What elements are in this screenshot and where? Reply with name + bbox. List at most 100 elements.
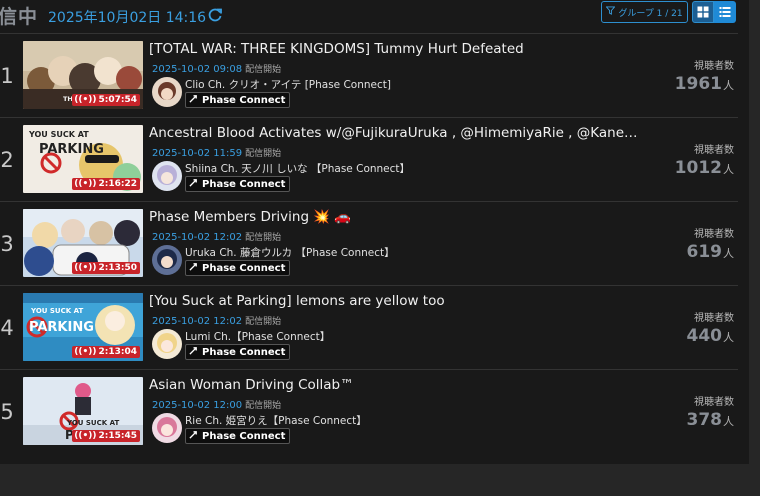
viewers-label: 視聴者数	[694, 145, 734, 156]
viewer-count-value: 619	[686, 242, 723, 262]
group-tag[interactable]: Phase Connect	[185, 260, 291, 276]
start-label: 配信開始	[245, 233, 282, 243]
stream-title[interactable]: Asian Woman Driving Collab™	[149, 377, 639, 393]
viewer-count: 378人	[687, 410, 735, 430]
svg-text:YOU SUCK AT: YOU SUCK AT	[30, 307, 83, 315]
channel-name[interactable]: Shiina Ch. 天ノ川 しいな 【Phase Connect】	[185, 161, 410, 176]
group-tag[interactable]: Phase Connect	[185, 92, 291, 108]
channel-avatar[interactable]	[152, 245, 182, 275]
viewer-unit: 人	[723, 331, 734, 344]
stream-row[interactable]: 1 THREE KING ((•)) 5:07:54 [TOTAL WAR: T…	[0, 33, 738, 117]
duration-text: 2:13:50	[98, 263, 137, 273]
svg-text:YOU SUCK AT: YOU SUCK AT	[66, 419, 119, 427]
viewers-label: 視聴者数	[694, 229, 734, 240]
start-time: 2025-10-02 12:02	[152, 232, 243, 243]
stream-row[interactable]: 4 YOU SUCK AT PARKING ((•)) 2:13:04 [You…	[0, 285, 738, 369]
live-duration-badge: ((•)) 2:16:22	[72, 178, 140, 190]
duration-text: 2:13:04	[98, 347, 137, 357]
stream-title[interactable]: Ancestral Blood Activates w/@FujikuraUru…	[149, 125, 639, 141]
viewer-count: 1961人	[675, 74, 734, 94]
hashtag-icon	[189, 178, 198, 190]
rank-number: 1	[0, 64, 14, 88]
group-tag-label: Phase Connect	[202, 262, 286, 274]
list-view-button[interactable]	[714, 1, 736, 23]
stream-list-panel: 信中 2025年10月02日 14:16 グループ 1 / 21 1 ((•))…	[0, 0, 749, 464]
viewer-unit: 人	[723, 247, 734, 260]
viewer-count: 440人	[687, 326, 735, 346]
stream-title[interactable]: [You Suck at Parking] lemons are yellow …	[149, 293, 639, 309]
stream-title[interactable]: [TOTAL WAR: THREE KINGDOMS] Tummy Hurt D…	[149, 41, 639, 57]
duration-text: 2:16:22	[98, 179, 137, 189]
group-filter-button[interactable]: グループ 1 / 21	[601, 1, 688, 23]
hashtag-icon	[189, 94, 198, 106]
filter-icon	[605, 6, 616, 18]
viewers-label: 視聴者数	[694, 397, 734, 408]
current-datetime: 2025年10月02日 14:16	[48, 10, 207, 26]
stream-thumbnail[interactable]: ((•)) 2:13:50	[23, 209, 143, 277]
live-broadcast-icon: ((•))	[74, 95, 97, 105]
live-duration-badge: ((•)) 5:07:54	[72, 94, 140, 106]
viewer-count: 1012人	[675, 158, 734, 178]
start-info: 2025-10-02 11:59 配信開始	[152, 146, 281, 159]
list-icon	[719, 3, 731, 22]
channel-avatar[interactable]	[152, 329, 182, 359]
viewers-label: 視聴者数	[694, 313, 734, 324]
live-status-title: 信中	[0, 6, 39, 28]
stream-row[interactable]: 2 YOU SUCK AT PARKING ((•)) 2:16:22 Ance…	[0, 117, 738, 201]
refresh-icon[interactable]	[207, 7, 223, 23]
start-info: 2025-10-02 12:02 配信開始	[152, 314, 281, 327]
rank-number: 2	[0, 148, 14, 172]
stream-thumbnail[interactable]: YOU SUCK AT PARKING ((•)) 2:16:22	[23, 125, 143, 193]
channel-name[interactable]: Lumi Ch.【Phase Connect】	[185, 329, 330, 344]
start-label: 配信開始	[245, 65, 282, 75]
channel-avatar[interactable]	[152, 77, 182, 107]
rank-number: 5	[0, 400, 14, 424]
live-broadcast-icon: ((•))	[74, 431, 97, 441]
svg-text:YOU SUCK AT: YOU SUCK AT	[28, 130, 89, 139]
hashtag-icon	[189, 262, 198, 274]
svg-text:PARKING: PARKING	[29, 320, 94, 335]
live-broadcast-icon: ((•))	[74, 263, 97, 273]
viewer-count-value: 1961	[674, 74, 722, 94]
viewer-unit: 人	[723, 79, 734, 92]
start-time: 2025-10-02 12:02	[152, 316, 243, 327]
group-tag-label: Phase Connect	[202, 430, 286, 442]
channel-name[interactable]: Clio Ch. クリオ・アイテ [Phase Connect]	[185, 77, 391, 92]
start-info: 2025-10-02 12:00 配信開始	[152, 398, 281, 411]
group-tag-label: Phase Connect	[202, 346, 286, 358]
rank-number: 4	[0, 316, 14, 340]
start-time: 2025-10-02 11:59	[152, 148, 243, 159]
live-duration-badge: ((•)) 2:15:45	[72, 430, 140, 442]
stream-thumbnail[interactable]: YOU SUCK AT PARKING ((•)) 2:13:04	[23, 293, 143, 361]
live-duration-badge: ((•)) 2:13:50	[72, 262, 140, 274]
svg-text:PARKING: PARKING	[39, 142, 104, 157]
stream-row[interactable]: 5 YOU SUCK AT PARKIN ((•)) 2:15:45 Asian…	[0, 369, 738, 453]
group-tag[interactable]: Phase Connect	[185, 344, 291, 360]
channel-name[interactable]: Rie Ch. 姫宮りえ【Phase Connect】	[185, 413, 367, 428]
rank-number: 3	[0, 232, 14, 256]
stream-title[interactable]: Phase Members Driving 💥 🚗	[149, 209, 639, 225]
stream-thumbnail[interactable]: YOU SUCK AT PARKIN ((•)) 2:15:45	[23, 377, 143, 445]
group-tag[interactable]: Phase Connect	[185, 176, 291, 192]
start-time: 2025-10-02 09:08	[152, 64, 243, 75]
start-info: 2025-10-02 12:02 配信開始	[152, 230, 281, 243]
duration-text: 5:07:54	[98, 95, 137, 105]
viewer-unit: 人	[723, 163, 734, 176]
hashtag-icon	[189, 430, 198, 442]
channel-name[interactable]: Uruka Ch. 藤倉ウルカ 【Phase Connect】	[185, 245, 395, 260]
start-info: 2025-10-02 09:08 配信開始	[152, 62, 281, 75]
group-tag-label: Phase Connect	[202, 94, 286, 106]
channel-avatar[interactable]	[152, 413, 182, 443]
group-tag-label: Phase Connect	[202, 178, 286, 190]
group-tag[interactable]: Phase Connect	[185, 428, 291, 444]
start-label: 配信開始	[245, 317, 282, 327]
channel-avatar[interactable]	[152, 161, 182, 191]
grid-view-button[interactable]	[692, 1, 714, 23]
group-filter-label: グループ 1 / 21	[618, 8, 683, 19]
stream-thumbnail[interactable]: THREE KING ((•)) 5:07:54	[23, 41, 143, 109]
stream-row[interactable]: 3 ((•)) 2:13:50 Phase Members Driving 💥 …	[0, 201, 738, 285]
start-label: 配信開始	[245, 149, 282, 159]
viewer-count: 619人	[687, 242, 735, 262]
header: 信中 2025年10月02日 14:16 グループ 1 / 21	[0, 0, 749, 30]
viewer-count-value: 378	[686, 410, 723, 430]
